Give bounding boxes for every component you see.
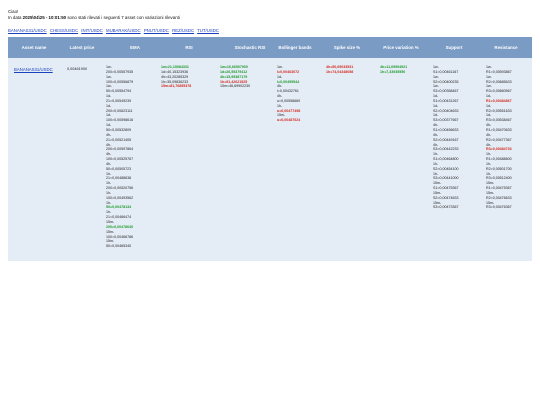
ema-value: 50=0,00465340 [106,244,132,249]
stoch-value: 15m=46,69902230 [220,84,251,89]
ema-value: 200=0,00557935 [106,69,134,74]
asset-link[interactable]: TUT/USDC [197,28,219,33]
asset-link[interactable]: REZ/USDC [172,28,194,33]
header-rsi: RSI [185,45,193,50]
bollinger-cell: 1w-l=0,00463072 1d-l=0,00459544 4h-l=0,004… [277,65,300,123]
resistance-value: R1=0,00593867 [486,69,512,74]
stochastic-rsi-cell: 1w=16,66507900 1d=26,55379412 4h=15,953871… [220,65,250,89]
asset-link[interactable]: CHESS/USDC [50,28,78,33]
resistance-value: R2=0,00476633 [486,195,512,200]
stoch-value: 4h=15,95387179 [220,74,248,79]
asset-link[interactable]: PNUT/USDC [144,28,169,33]
asset-name-cell: BANANAS31/USDC [14,67,53,72]
asset-links: BANANAS31/USDC CHESS/USDC INIT/USDC MUBA… [8,28,221,33]
resistance-cell: 1w- R1=0,00593867 1w- R2=0,00685633 1w- R3=0,… [486,65,512,210]
intro-datetime: 2025\04\25 - 10:01:50 [22,14,67,20]
intro-line: In data 2025\04\25 - 10:01:50 sono stati… [8,15,180,21]
rsi-value: 1d=40,15323936 [161,69,189,74]
latest-price-cell: 0,00461900 [67,67,88,71]
support-value: S1=0,00461167 [433,69,459,74]
intro-prefix: In data [8,14,23,20]
stoch-value: 1d=26,55379412 [220,69,248,74]
bollinger-value: u=0,00487624 [277,118,301,123]
bollinger-value: l=0,00463072 [277,69,300,74]
support-value: S2=0,00449167 [433,137,459,142]
header-bollinger-bands: Bollinger bands [278,45,312,50]
header-stochastic-rsi: Stochastic RSI [234,45,266,50]
asset-link[interactable]: BANANAS31/USDC [8,28,47,33]
asset-link[interactable]: MUBARAK/USDC [106,28,141,33]
ema-value: 100=0,00493562 [106,195,134,200]
rsi-value: 4h=43,20285329 [161,74,189,79]
intro-suffix: sono stati rilevati i seguenti 7 asset c… [66,14,180,20]
assets-table: Asset name Latest price EMA RSI Stochast… [8,37,532,261]
header-latest-price: Latest price [69,45,95,50]
header-support: Support [445,45,463,50]
rsi-value: 15m=81,76855378 [161,84,192,89]
header-asset-name: Asset name [21,45,47,50]
ema-value: 50=0,00505723 [106,166,132,171]
resistance-value: R2=0,00477367 [486,137,512,142]
table-header: Asset name Latest price EMA RSI Stochast… [8,37,532,58]
spike-size-cell: 4h=50,69033531 1h=74,04348058 [326,65,353,75]
support-value: S2=0,00454100 [433,166,459,171]
header-resistance: Resistance [494,45,518,50]
greeting-block: Ciao! In data 2025\04\25 - 10:01:50 sono… [8,9,180,20]
support-value: S2=0,00474633 [433,195,459,200]
email-body: Ciao! In data 2025\04\25 - 10:01:50 sono… [0,0,540,405]
rsi-cell: 1w=21,15084331 1d=40,15323936 4h=43,202853… [161,65,191,89]
spike-value: 1h=74,04348058 [326,69,354,74]
header-spike-size: Spike size % [333,45,361,50]
ema-cell: 1w- 200=0,00557935 1w- 100=0,00556879 1w- 50=… [106,65,133,249]
ema-value: 200=0,00478640 [106,224,134,229]
asset-name-link[interactable]: BANANAS31/USDC [14,67,53,72]
price-variation-cell: 4h=11,69994921 1h=7,33935550 [380,65,407,75]
resistance-value: R2=0,00501700 [486,166,512,171]
support-cell: 1w- S1=0,00461167 1w- S2=0,00400235 1w- S3=0,… [433,65,458,210]
ema-value: 21=0,00521405 [106,137,132,142]
price-variation-value: 1h=7,33935550 [380,69,406,74]
header-ema: EMA [130,45,140,50]
asset-link[interactable]: INIT/USDC [81,28,103,33]
support-value: S3=0,00473367 [433,205,459,210]
resistance-value: R3=0,00476367 [486,205,512,210]
header-price-variation: Price variation % [383,45,419,50]
